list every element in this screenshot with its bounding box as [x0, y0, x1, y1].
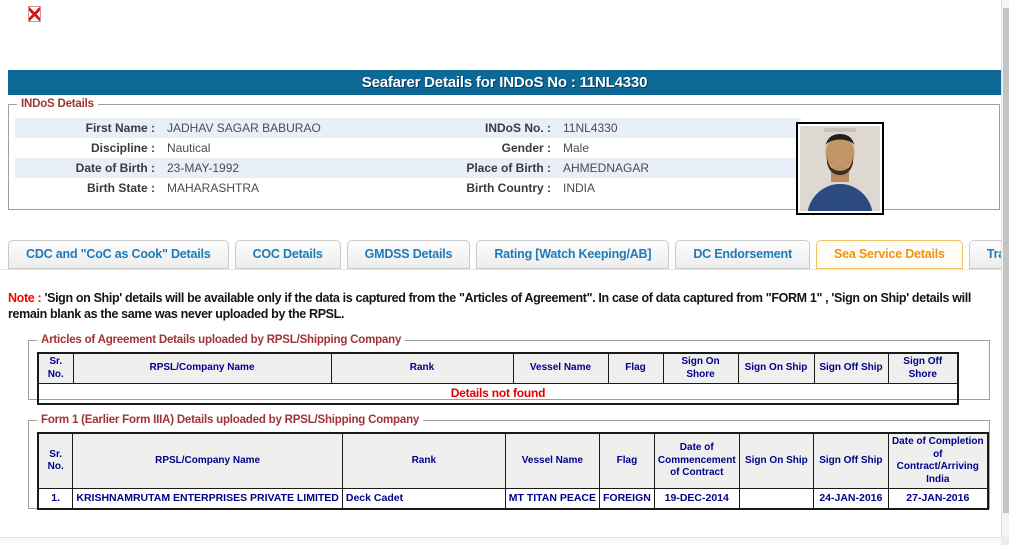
- details-not-found-message: Details not found: [37, 383, 959, 405]
- articles-of-agreement-fieldset: Articles of Agreement Details uploaded b…: [28, 334, 990, 405]
- field-value: Male: [563, 141, 590, 155]
- indos-row: Birth State : MAHARASHTRA Birth Country …: [15, 178, 801, 198]
- field-label: Birth Country :: [466, 181, 551, 195]
- seafarer-details-page: Seafarer Details for INDoS No : 11NL4330…: [0, 0, 1009, 545]
- column-header: Rank: [341, 432, 506, 489]
- field-value: INDIA: [563, 181, 596, 195]
- cell-vessel-name: MT TITAN PEACE: [504, 488, 601, 509]
- cell-completion-date: 27-JAN-2016: [887, 488, 989, 509]
- scrollbar-corner: [1001, 537, 1009, 545]
- column-header: Sign Off Shore: [887, 352, 959, 384]
- cell-commencement-date: 19-DEC-2014: [653, 488, 740, 509]
- articles-of-agreement-table: Sr. No. RPSL/Company Name Rank Vessel Na…: [37, 352, 959, 405]
- table-row: 1. KRISHNAMRUTAM ENTERPRISES PRIVATE LIM…: [37, 488, 989, 509]
- cell-company-name: KRISHNAMRUTAM ENTERPRISES PRIVATE LIMITE…: [72, 488, 343, 509]
- column-header: Sr. No.: [37, 432, 74, 489]
- form1-legend: Form 1 (Earlier Form IIIA) Details uploa…: [41, 414, 420, 426]
- form1-table: Sr. No. RPSL/Company Name Rank Vessel Na…: [37, 432, 989, 510]
- table-header-row: Sr. No. RPSL/Company Name Rank Vessel Na…: [37, 352, 959, 384]
- note-prefix: Note :: [8, 291, 42, 305]
- tab-coc-details[interactable]: COC Details: [234, 240, 341, 269]
- tab-strip: CDC and "CoC as Cook" Details COC Detail…: [8, 240, 1009, 270]
- tab-dc-endorsement[interactable]: DC Endorsement: [675, 240, 810, 269]
- column-header: Date of Commencement of Contract: [653, 432, 740, 489]
- table-row: Details not found: [37, 383, 959, 405]
- cell-flag: FOREIGN: [599, 488, 655, 509]
- cell-rank: Deck Cadet: [341, 488, 506, 509]
- field-label: INDoS No. :: [485, 121, 551, 135]
- broken-image-icon: [28, 6, 41, 22]
- field-label: Date of Birth :: [75, 161, 155, 175]
- vertical-scrollbar[interactable]: [1001, 0, 1009, 537]
- vertical-scrollbar-thumb[interactable]: [1003, 8, 1009, 513]
- column-header: Sign Off Ship: [813, 432, 889, 489]
- field-value: 11NL4330: [563, 121, 618, 135]
- column-header: Flag: [599, 432, 655, 489]
- table-header-row: Sr. No. RPSL/Company Name Rank Vessel Na…: [37, 432, 989, 489]
- indos-details-fieldset: INDoS Details First Name : JADHAV SAGAR …: [8, 98, 1000, 215]
- tab-cdc-coc-cook[interactable]: CDC and "CoC as Cook" Details: [8, 240, 229, 269]
- field-label: Discipline :: [90, 141, 155, 155]
- field-value: JADHAV SAGAR BABURAO: [167, 121, 321, 135]
- column-header: Sign Off Ship: [813, 352, 889, 384]
- page-title: Seafarer Details for INDoS No : 11NL4330: [8, 70, 1001, 95]
- cell-sr-no: 1.: [37, 488, 74, 509]
- field-value: 23-MAY-1992: [167, 161, 240, 175]
- articles-of-agreement-legend: Articles of Agreement Details uploaded b…: [41, 334, 402, 346]
- column-header: Sr. No.: [37, 352, 74, 384]
- field-label: First Name :: [85, 121, 155, 135]
- column-header: Date of Completion of Contract/Arriving …: [887, 432, 989, 489]
- cell-sign-off-ship: 24-JAN-2016: [813, 488, 889, 509]
- seafarer-photo: [796, 122, 884, 215]
- column-header: Sign On Shore: [662, 352, 739, 384]
- indos-details-table: First Name : JADHAV SAGAR BABURAO INDoS …: [15, 118, 801, 198]
- column-header: Sign On Ship: [737, 352, 815, 384]
- column-header: Rank: [330, 352, 514, 384]
- field-value: AHMEDNAGAR: [563, 161, 650, 175]
- horizontal-scrollbar[interactable]: [0, 537, 1001, 545]
- cell-sign-on-ship: [738, 488, 815, 509]
- tab-gmdss-details[interactable]: GMDSS Details: [346, 240, 471, 269]
- field-label: Gender :: [501, 141, 551, 155]
- field-label: Birth State :: [86, 181, 155, 195]
- column-header: Flag: [607, 352, 664, 384]
- field-label: Place of Birth :: [466, 161, 551, 175]
- indos-row: Discipline : Nautical Gender : Male: [15, 138, 801, 158]
- column-header: RPSL/Company Name: [72, 432, 343, 489]
- tab-rating-watch-keeping[interactable]: Rating [Watch Keeping/AB]: [476, 240, 670, 269]
- column-header: Vessel Name: [504, 432, 601, 489]
- indos-row: Date of Birth : 23-MAY-1992 Place of Bir…: [15, 158, 801, 178]
- field-value: Nautical: [167, 141, 211, 155]
- indos-details-legend: INDoS Details: [21, 98, 94, 110]
- indos-row: First Name : JADHAV SAGAR BABURAO INDoS …: [15, 118, 801, 138]
- field-value: MAHARASHTRA: [167, 181, 260, 195]
- form1-fieldset: Form 1 (Earlier Form IIIA) Details uploa…: [28, 414, 990, 510]
- column-header: RPSL/Company Name: [72, 352, 332, 384]
- column-header: Vessel Name: [512, 352, 609, 384]
- sign-on-ship-note: Note : 'Sign on Ship' details will be av…: [8, 291, 1003, 322]
- note-text: 'Sign on Ship' details will be available…: [8, 291, 971, 321]
- tab-sea-service-details[interactable]: Sea Service Details: [815, 240, 963, 269]
- column-header: Sign On Ship: [738, 432, 815, 489]
